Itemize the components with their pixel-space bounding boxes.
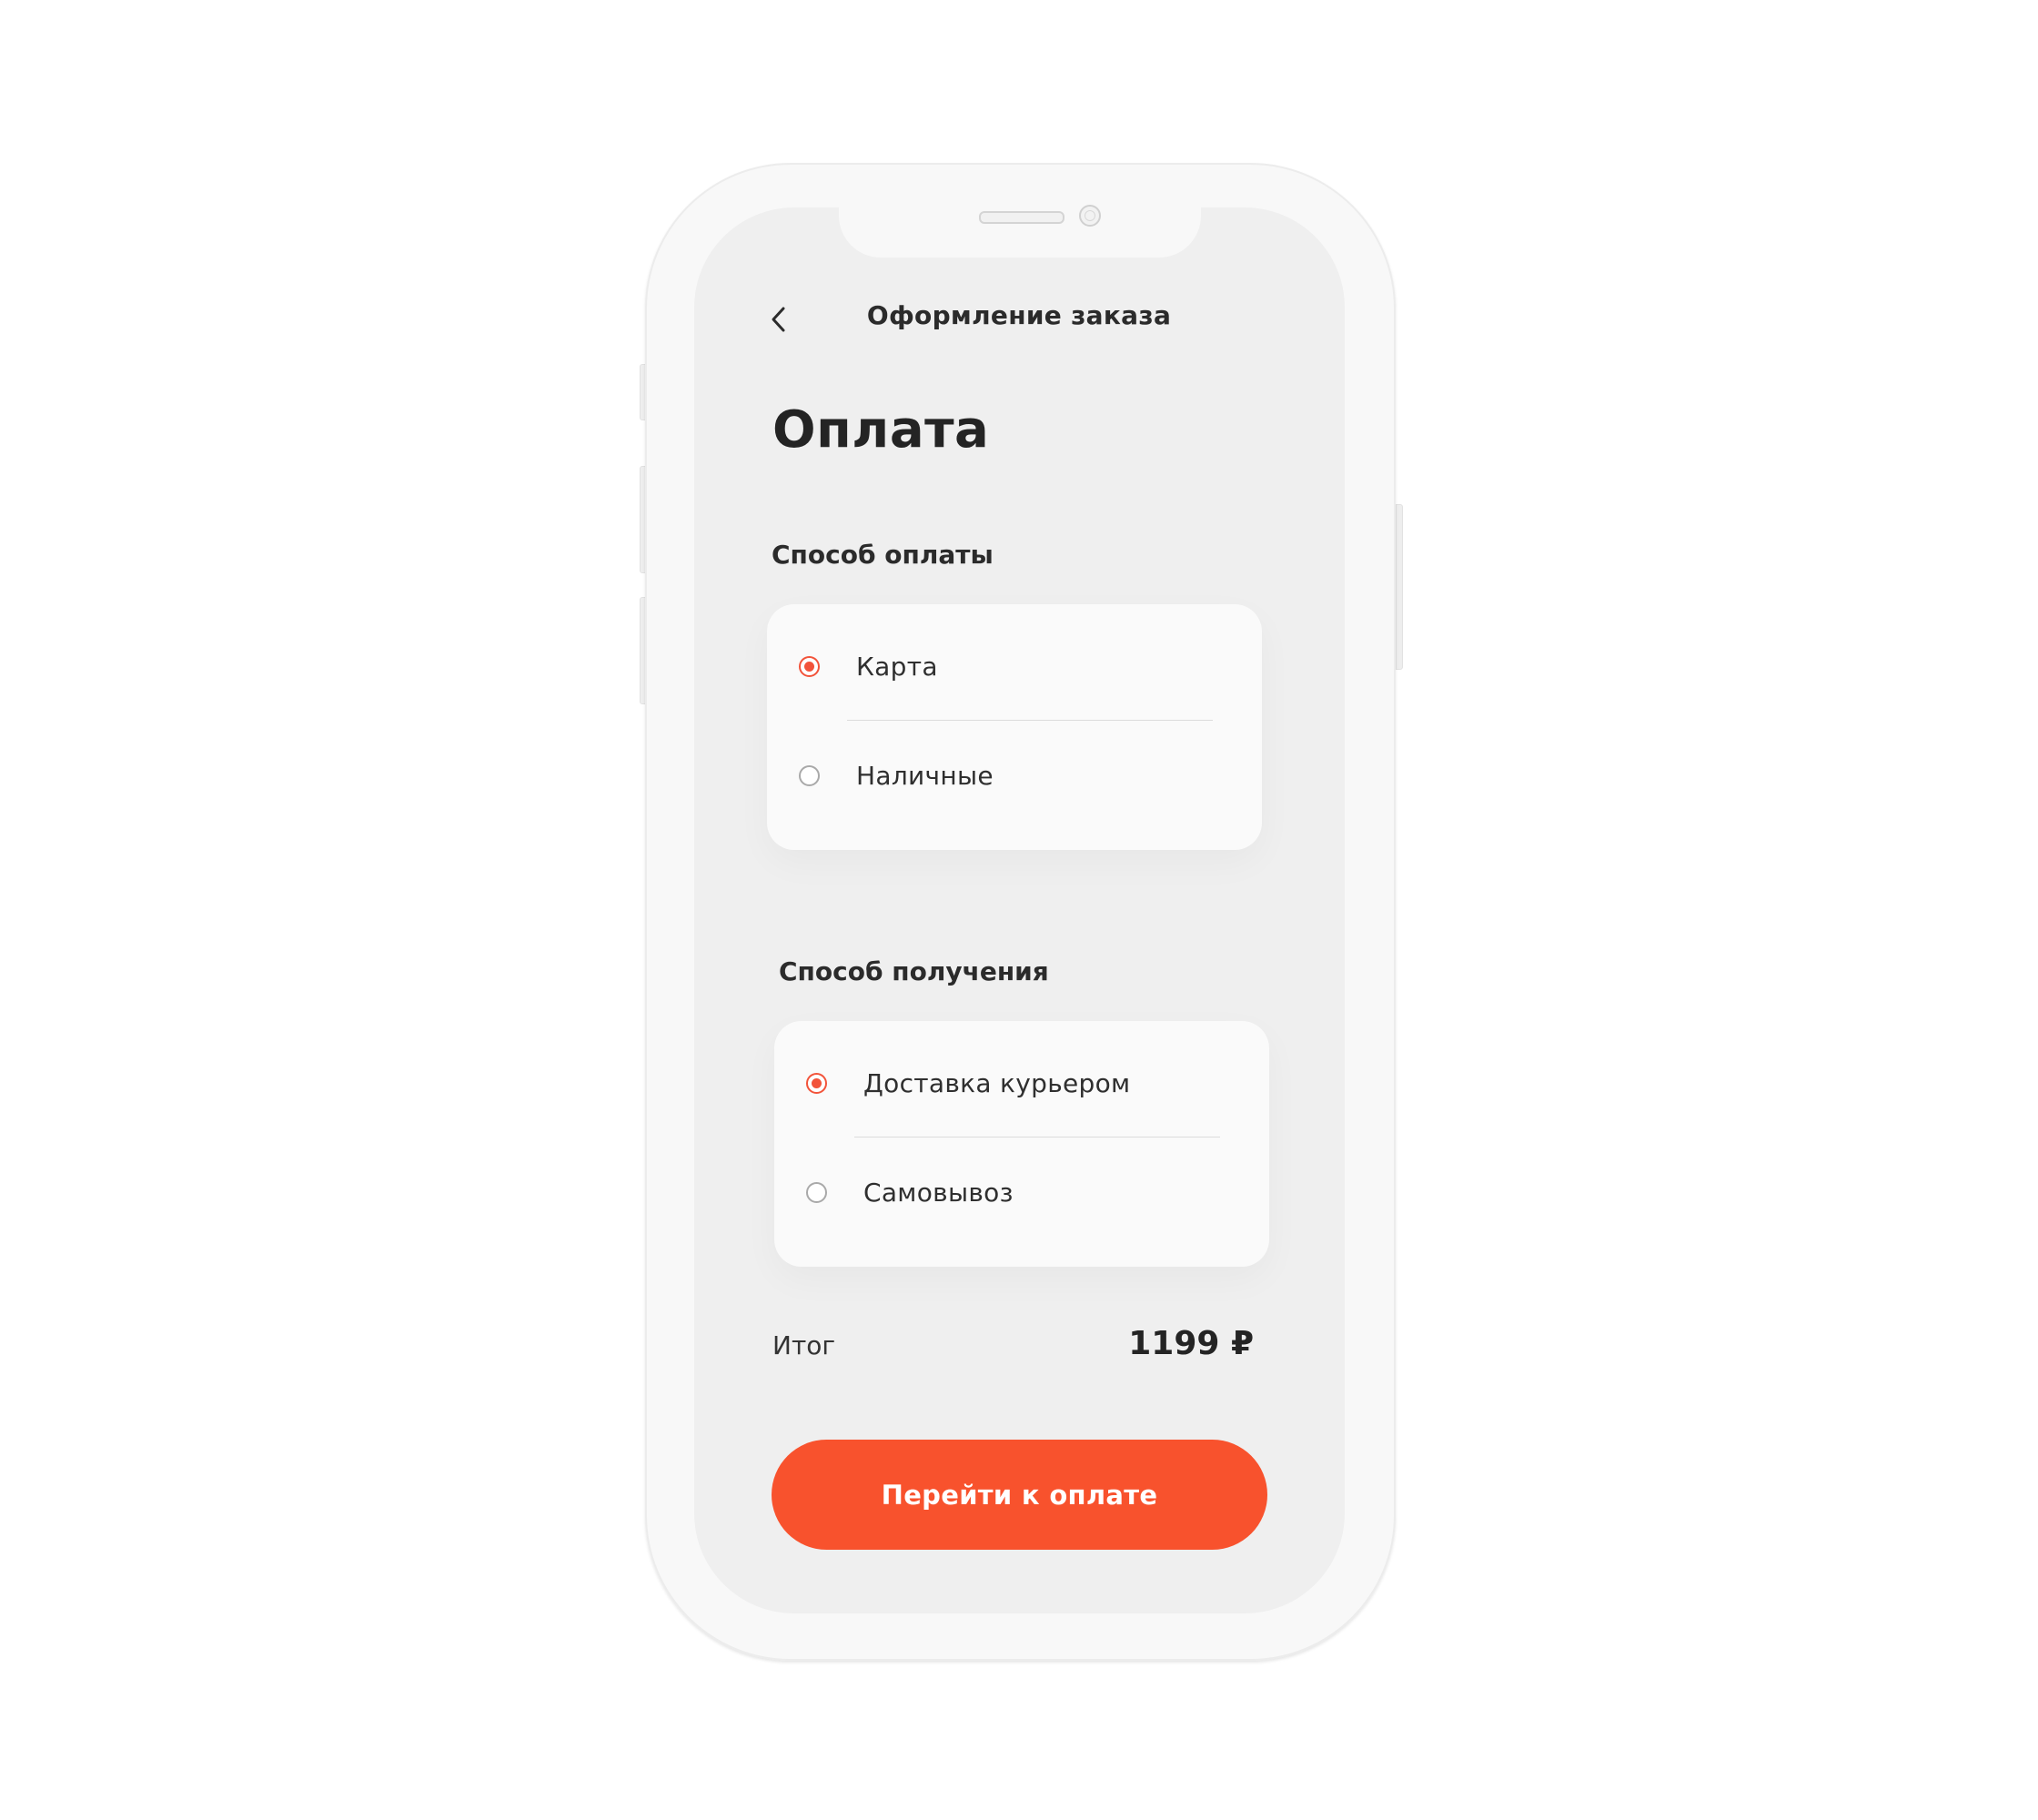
radio-unselected-icon[interactable] <box>806 1181 827 1203</box>
delivery-method-label: Способ получения <box>779 956 1049 986</box>
divider <box>847 720 1213 721</box>
payment-option-cash[interactable]: Наличные <box>767 730 1262 821</box>
payment-option-label: Карта <box>856 651 938 682</box>
divider <box>854 1137 1220 1138</box>
delivery-option-label: Самовывоз <box>863 1177 1014 1208</box>
radio-unselected-icon[interactable] <box>799 764 820 786</box>
payment-option-label: Наличные <box>856 760 994 791</box>
stage: Оформление заказа Оплата Способ оплаты К… <box>0 0 2038 1820</box>
payment-method-label: Способ оплаты <box>772 540 994 570</box>
delivery-option-label: Доставка курьером <box>863 1067 1131 1098</box>
total-label: Итог <box>772 1330 836 1360</box>
payment-method-card: Карта Наличные <box>767 604 1262 850</box>
radio-selected-icon[interactable] <box>806 1072 827 1094</box>
delivery-method-card: Доставка курьером Самовывоз <box>774 1021 1269 1267</box>
go-to-payment-button[interactable]: Перейти к оплате <box>772 1440 1267 1550</box>
chevron-left-icon <box>772 307 785 332</box>
page-title: Оплата <box>772 400 990 460</box>
payment-option-card[interactable]: Карта <box>767 621 1262 712</box>
nav-title: Оформление заказа <box>866 300 1172 330</box>
radio-selected-icon[interactable] <box>799 655 820 677</box>
speaker-grille <box>979 211 1064 224</box>
power-button <box>1396 504 1403 670</box>
front-camera <box>1079 205 1101 227</box>
delivery-option-courier[interactable]: Доставка курьером <box>774 1037 1269 1128</box>
total-value: 1199 ₽ <box>1128 1325 1254 1362</box>
back-button[interactable] <box>762 303 795 336</box>
delivery-option-pickup[interactable]: Самовывоз <box>774 1147 1269 1238</box>
